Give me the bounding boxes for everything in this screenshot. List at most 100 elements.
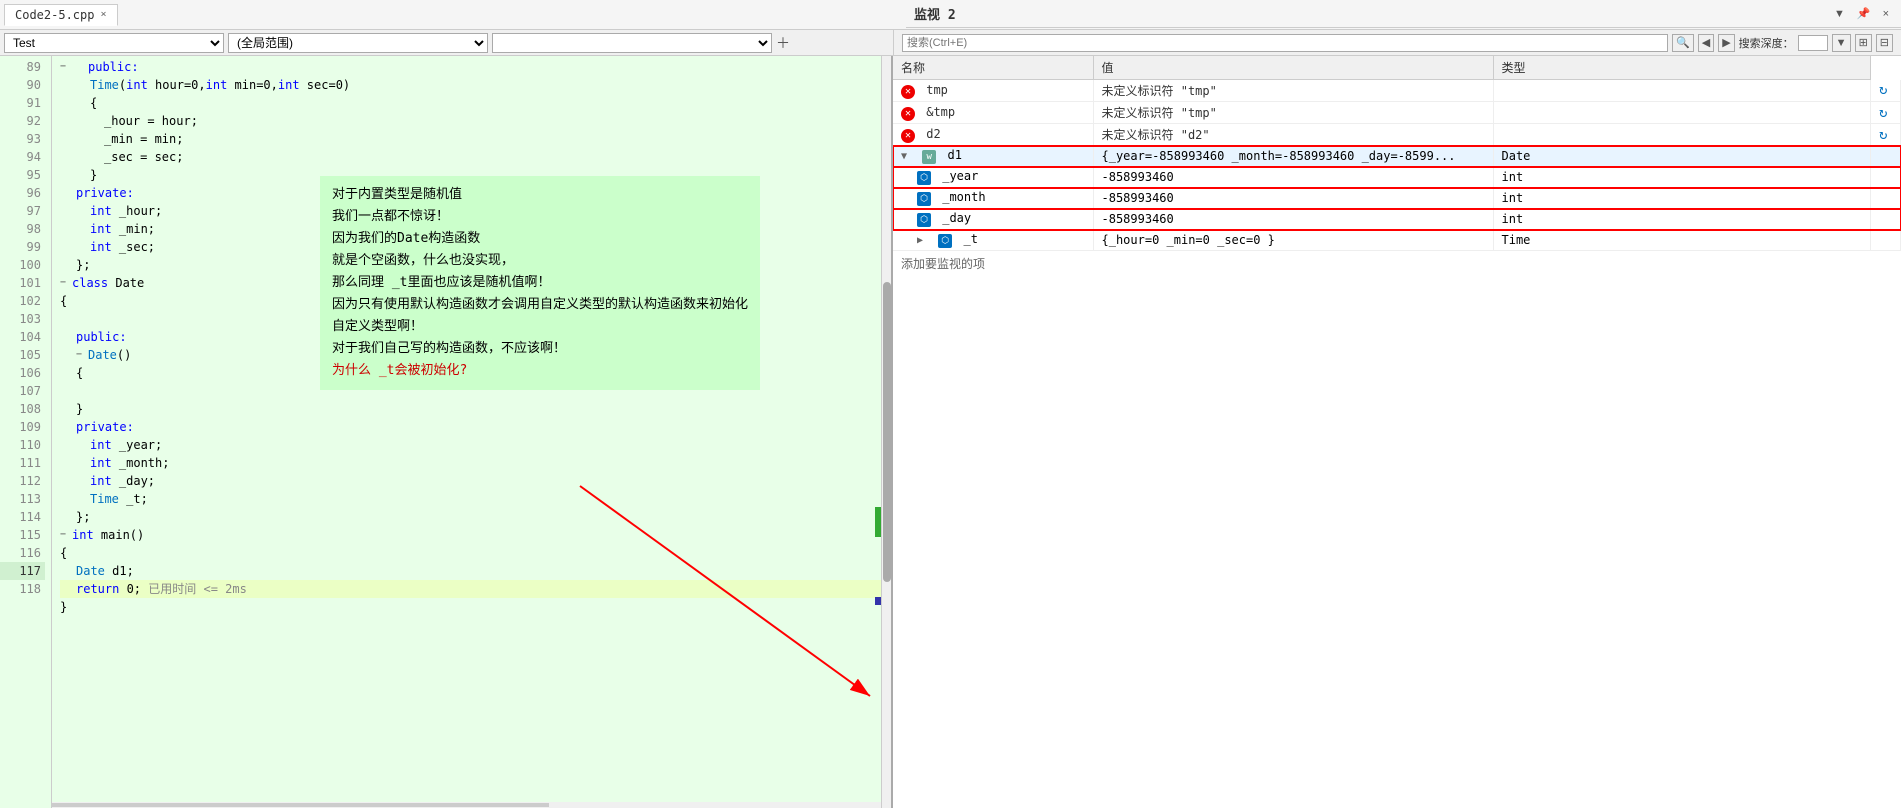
watch-row-d1-type: Date bbox=[1493, 146, 1871, 167]
watch-search-icon[interactable]: 🔍 bbox=[1672, 34, 1694, 52]
watch-row-year-value: -858993460 bbox=[1093, 167, 1493, 188]
watch-icon-day: ⬡ bbox=[917, 213, 931, 227]
tab-close-button[interactable]: × bbox=[100, 9, 106, 20]
watch-forward-button[interactable]: ▶ bbox=[1718, 34, 1734, 52]
watch-row-year-type: int bbox=[1493, 167, 1871, 188]
grid-view-button[interactable]: ⊞ bbox=[1855, 34, 1872, 52]
depth-down-button[interactable]: ▼ bbox=[1832, 34, 1851, 52]
scope-dropdown[interactable]: (全局范围) bbox=[228, 33, 488, 53]
code-text-area[interactable]: − public: Time(int hour=0,int min=0,int … bbox=[52, 56, 891, 808]
expand-d1[interactable]: ▼ bbox=[901, 151, 915, 162]
watch-search-input[interactable] bbox=[902, 34, 1668, 52]
code-line-94: } bbox=[60, 166, 891, 184]
watch-row-tmp-type bbox=[1493, 80, 1871, 102]
collapse-100[interactable]: − bbox=[60, 274, 72, 292]
scroll-thumb[interactable] bbox=[883, 282, 891, 583]
watch-row-amptmp-type bbox=[1493, 102, 1871, 124]
col-value-header: 值 bbox=[1093, 56, 1493, 80]
watch-row-tmp-refresh[interactable]: ↻ bbox=[1871, 80, 1901, 102]
h-scroll-thumb[interactable] bbox=[52, 803, 549, 807]
error-icon-amptmp: ✕ bbox=[901, 107, 915, 121]
code-line-109: int _year; bbox=[60, 436, 891, 454]
watch-row-d2-name: ✕ d2 bbox=[893, 124, 1093, 146]
line-num-109: 109 bbox=[0, 418, 45, 436]
table-header-row: 名称 值 类型 bbox=[893, 56, 1901, 80]
watch-icon-t: ⬡ bbox=[938, 234, 952, 248]
depth-label: 搜索深度： bbox=[1739, 35, 1794, 51]
watch-row-amptmp-name: ✕ &tmp bbox=[893, 102, 1093, 124]
watch-row-d2-refresh[interactable]: ↻ bbox=[1871, 124, 1901, 146]
collapse-89[interactable]: − bbox=[60, 58, 72, 76]
line-num-103: 103 bbox=[0, 310, 45, 328]
line-num-104: 104 bbox=[0, 328, 45, 346]
collapse-104[interactable]: − bbox=[76, 346, 88, 364]
refresh-icon-amptmp[interactable]: ↻ bbox=[1879, 105, 1887, 121]
error-icon-d2: ✕ bbox=[901, 129, 915, 143]
code-line-118: } bbox=[60, 598, 891, 616]
watch-row-day: ⬡ _day -858993460 int bbox=[893, 209, 1901, 230]
code-line-99: }; bbox=[60, 256, 891, 274]
watch-row-t-name: ▶ ⬡ _t bbox=[893, 230, 1093, 251]
bookmark-indicator-2 bbox=[875, 597, 881, 605]
line-num-95: 95 bbox=[0, 166, 45, 184]
line-num-98: 98 bbox=[0, 220, 45, 238]
line-num-112: 112 bbox=[0, 472, 45, 490]
line-num-117: 117 bbox=[0, 562, 45, 580]
watch-add-label: 添加要监视的项 bbox=[901, 257, 985, 271]
code-line-113: }; bbox=[60, 508, 891, 526]
watch-row-amptmp-value: 未定义标识符 "tmp" bbox=[1093, 102, 1493, 124]
code-line-89b: Time(int hour=0,int min=0,int sec=0) bbox=[60, 76, 891, 94]
collapse-114[interactable]: − bbox=[60, 526, 72, 544]
refresh-icon-tmp[interactable]: ↻ bbox=[1879, 82, 1887, 98]
watch-search-bar: 🔍 ◀ ▶ 搜索深度： 3 ▼ ⊞ ⊟ bbox=[893, 30, 1901, 56]
line-num-92: 92 bbox=[0, 112, 45, 130]
watch-pin-button[interactable]: 📌 bbox=[1853, 5, 1875, 22]
line-num-89: 89 bbox=[0, 58, 45, 76]
line-num-96: 96 bbox=[0, 184, 45, 202]
watch-row-d2-value: 未定义标识符 "d2" bbox=[1093, 124, 1493, 146]
tab-title: Code2-5.cpp bbox=[15, 8, 94, 22]
watch-panel-title: 监视 2 bbox=[914, 4, 956, 23]
line-num-106: 106 bbox=[0, 364, 45, 382]
line-num-93: 93 bbox=[0, 130, 45, 148]
tab-view-button[interactable]: ⊟ bbox=[1876, 34, 1893, 52]
line-num-94: 94 bbox=[0, 148, 45, 166]
main-layout: 89 90 91 92 93 94 95 96 97 98 99 100 101… bbox=[0, 56, 1901, 808]
code-line-115: { bbox=[60, 544, 891, 562]
watch-back-button[interactable]: ◀ bbox=[1698, 34, 1714, 52]
watch-float-button[interactable]: ▼ bbox=[1830, 6, 1849, 22]
watch-row-amptmp-refresh[interactable]: ↻ bbox=[1871, 102, 1901, 124]
active-tab[interactable]: Code2-5.cpp × bbox=[4, 4, 118, 26]
code-line-93: _sec = sec; bbox=[60, 148, 891, 166]
add-button[interactable]: ＋ bbox=[776, 33, 790, 53]
horizontal-scrollbar[interactable] bbox=[52, 802, 881, 808]
watch-header: 监视 2 ▼ 📌 × bbox=[906, 0, 1901, 28]
watch-add-item[interactable]: 添加要监视的项 bbox=[893, 251, 1901, 276]
line-num-97: 97 bbox=[0, 202, 45, 220]
line-numbers: 89 90 91 92 93 94 95 96 97 98 99 100 101… bbox=[0, 56, 52, 808]
watch-row-year: ⬡ _year -858993460 int bbox=[893, 167, 1901, 188]
line-num-107: 107 bbox=[0, 382, 45, 400]
vertical-scrollbar[interactable] bbox=[881, 56, 891, 808]
code-line-90: { bbox=[60, 94, 891, 112]
watch-row-year-refresh bbox=[1871, 167, 1901, 188]
line-num-99: 99 bbox=[0, 238, 45, 256]
line-num-115: 115 bbox=[0, 526, 45, 544]
code-line-105: { bbox=[60, 364, 891, 382]
watch-row-month-name: ⬡ _month bbox=[893, 188, 1093, 209]
watch-row-t-type: Time bbox=[1493, 230, 1871, 251]
watch-row-month-refresh bbox=[1871, 188, 1901, 209]
expand-t[interactable]: ▶ bbox=[917, 235, 931, 246]
depth-input[interactable]: 3 bbox=[1798, 35, 1828, 51]
code-line-107: } bbox=[60, 400, 891, 418]
refresh-icon-d2[interactable]: ↻ bbox=[1879, 127, 1887, 143]
watch-close-button[interactable]: × bbox=[1879, 6, 1893, 22]
config-dropdown[interactable]: Test bbox=[4, 33, 224, 53]
line-num-108: 108 bbox=[0, 400, 45, 418]
watch-row-d2: ✕ d2 未定义标识符 "d2" ↻ bbox=[893, 124, 1901, 146]
watch-icon-year: ⬡ bbox=[917, 171, 931, 185]
error-icon-tmp: ✕ bbox=[901, 85, 915, 99]
code-line-111: int _day; bbox=[60, 472, 891, 490]
code-line-97: int _min; bbox=[60, 220, 891, 238]
function-dropdown[interactable] bbox=[492, 33, 772, 53]
